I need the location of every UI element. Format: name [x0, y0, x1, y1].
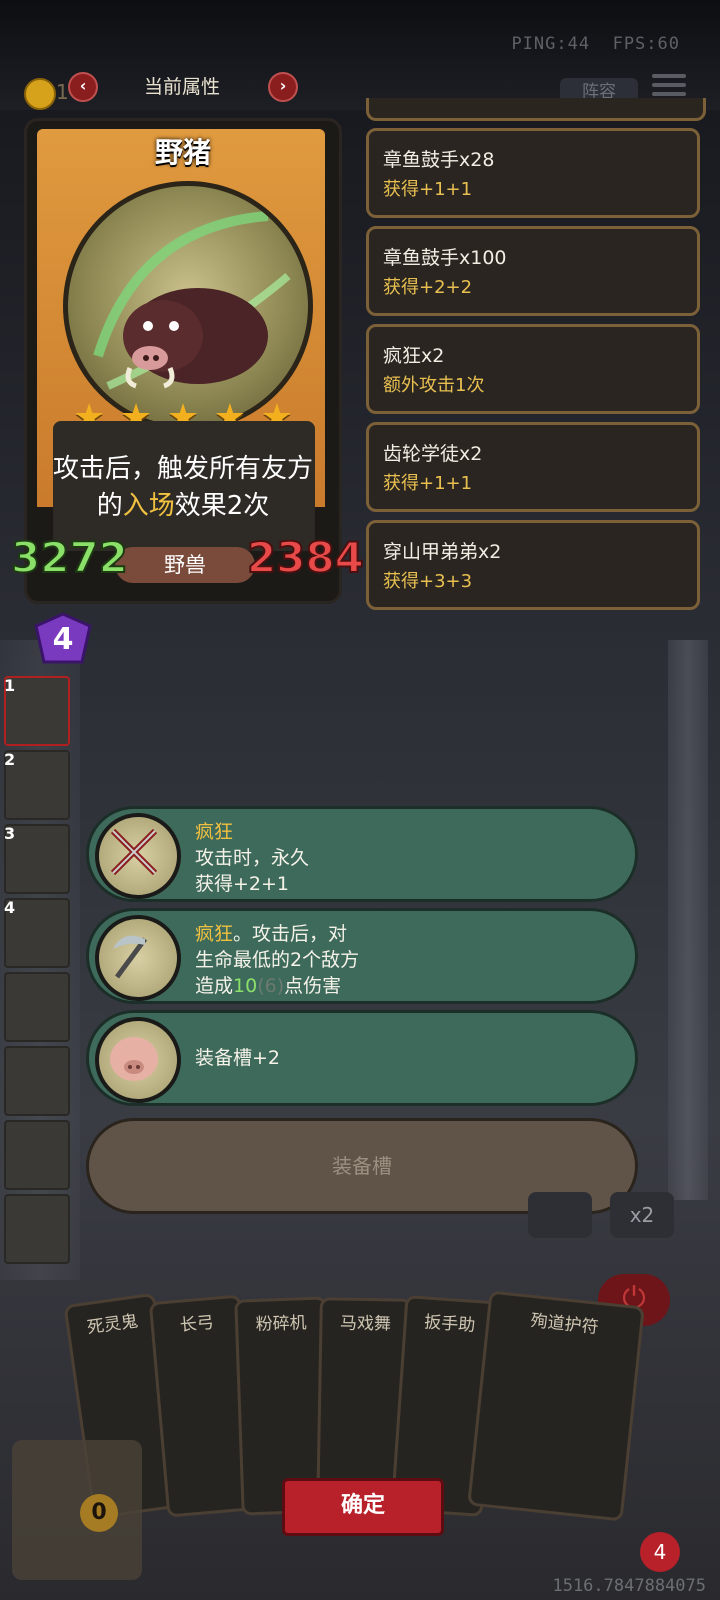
boar-portrait	[63, 181, 313, 431]
buff-entry: 章鱼鼓手x100 获得+2+2	[366, 226, 700, 316]
skill-name: 疯狂	[195, 923, 234, 945]
tier-slot[interactable]	[4, 972, 70, 1042]
buff-list-edge	[366, 98, 706, 121]
buff-entry: 齿轮学徒x2 获得+1+1	[366, 422, 700, 512]
attack-value: 3272	[10, 532, 129, 583]
background-pillar	[668, 640, 708, 1200]
crossed-swords-icon	[95, 813, 181, 899]
tier-slot[interactable]	[4, 1120, 70, 1190]
buff-entry: 穿山甲弟弟x2 获得+3+3	[366, 520, 700, 610]
pause-button[interactable]	[528, 1192, 592, 1238]
skill-line: 获得+2+1	[195, 873, 290, 895]
skill-name: 疯狂	[195, 821, 234, 843]
tier-slot-number: 3	[4, 824, 16, 843]
tier-number: 4	[52, 622, 74, 657]
skill-panel: 疯狂 攻击时，永久 获得+2+1	[86, 806, 638, 902]
skill-line: 装备槽+2	[195, 1047, 281, 1069]
coordinates-readout: 1516.7847884075	[552, 1576, 706, 1596]
page-title: 当前属性	[143, 76, 220, 98]
network-stats: PING:44 FPS:60	[511, 34, 680, 54]
skill-panel: 装备槽+2	[86, 1010, 638, 1106]
coin-count: 1	[56, 80, 69, 104]
prev-arrow-button[interactable]: ‹	[68, 72, 98, 102]
unit-description: 攻击后，触发所有友方的入场效果2次	[52, 454, 313, 521]
chest-icon[interactable]	[12, 1440, 142, 1580]
menu-icon[interactable]	[652, 74, 686, 98]
damage-base-value: (6)	[257, 975, 285, 997]
tier-slot-number: 2	[4, 750, 16, 769]
tier-slot-number: 4	[4, 898, 16, 917]
buff-entry: 章鱼鼓手x28 获得+1+1	[366, 128, 700, 218]
tier-slot-number: 1	[4, 676, 16, 695]
skill-line: 生命最低的2个敌方	[195, 949, 360, 971]
health-value: 2384	[246, 532, 365, 583]
tier-slot[interactable]	[4, 1194, 70, 1264]
damage-value: 10	[233, 975, 258, 997]
pig-face-icon	[95, 1017, 181, 1103]
skill-panel: 疯狂。攻击后，对 生命最低的2个敌方 造成10(6)点伤害	[86, 908, 638, 1004]
game-screen: PING:44 FPS:60 1 ‹ 当前属性 › 阵容 野猪 ★ ★ ★ ★ …	[0, 0, 720, 1600]
top-hud: PING:44 FPS:60 1 ‹ 当前属性 › 阵容	[0, 0, 720, 110]
tier-slot[interactable]	[4, 1046, 70, 1116]
skill-line: 攻击时，永久	[195, 847, 310, 869]
chest-count: 0	[80, 1494, 118, 1532]
confirm-button[interactable]: 确定	[282, 1478, 444, 1536]
lives-badge: 4	[640, 1532, 680, 1572]
unit-card: 野猪 ★ ★ ★ ★ ★ 攻击后，触发所有友方的入场效果2次 野兽 3272 2…	[10, 118, 365, 604]
unit-name: 野猪	[154, 136, 211, 169]
buff-entry: 疯狂x2 额外攻击1次	[366, 324, 700, 414]
scythe-icon	[95, 915, 181, 1001]
speed-button[interactable]: x2	[610, 1192, 674, 1238]
hand-card[interactable]: 殉道护符	[467, 1290, 645, 1522]
next-arrow-button[interactable]: ›	[268, 72, 298, 102]
tribe-badge: 野兽	[115, 547, 255, 583]
coin-icon	[24, 78, 56, 110]
skill-line: 。攻击后，对	[233, 923, 348, 945]
